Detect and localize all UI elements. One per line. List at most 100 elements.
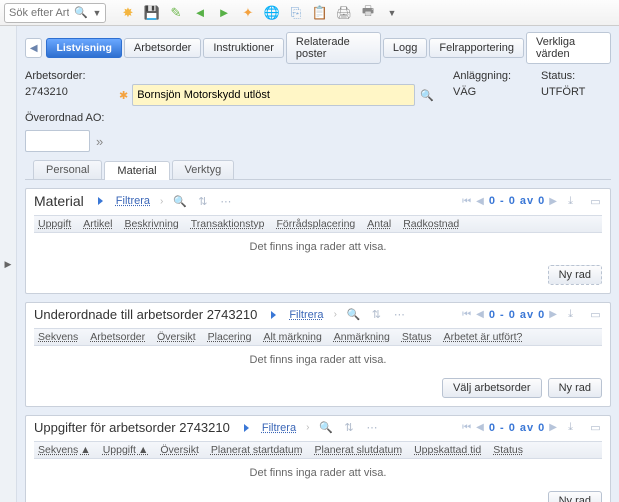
download-icon[interactable]: ⤓ bbox=[564, 421, 577, 434]
go-icon[interactable]: » bbox=[96, 134, 103, 149]
download-icon[interactable]: ⤓ bbox=[564, 195, 577, 208]
refresh-icon[interactable]: ✦ bbox=[240, 5, 256, 21]
subtab-verktyg[interactable]: Verktyg bbox=[172, 160, 235, 179]
col-arbetsorder[interactable]: Arbetsorder bbox=[90, 331, 145, 343]
col-sekvens[interactable]: Sekvens▲ bbox=[38, 444, 91, 456]
page-prev-icon[interactable]: ◀ bbox=[476, 309, 485, 320]
detail-icon[interactable]: 🔍 bbox=[419, 87, 435, 103]
col-planerat-slutdatum[interactable]: Planerat slutdatum bbox=[315, 444, 403, 456]
parent-wo-label: Överordnad AO: bbox=[25, 112, 611, 124]
cols-mini-icon[interactable]: ⋯ bbox=[219, 195, 232, 208]
tasks-new-row-button[interactable]: Ny rad bbox=[548, 491, 602, 502]
col-placering[interactable]: Placering bbox=[208, 331, 252, 343]
edit-icon[interactable]: ✎ bbox=[168, 5, 184, 21]
page-first-icon[interactable]: ⏮ bbox=[462, 196, 472, 207]
search-dropdown-icon[interactable]: ▼ bbox=[89, 5, 105, 21]
col-alt-markning[interactable]: Alt märkning bbox=[263, 331, 321, 343]
col-status[interactable]: Status bbox=[493, 444, 523, 456]
col-uppgift[interactable]: Uppgift▲ bbox=[103, 444, 149, 456]
expand-icon: ▶ bbox=[5, 259, 12, 270]
col-uppskattad-tid[interactable]: Uppskattad tid bbox=[414, 444, 481, 456]
material-pager: ⏮ ◀ 0 - 0 av 0 ▶ bbox=[462, 195, 558, 207]
print-icon[interactable]: 🖨 bbox=[336, 5, 352, 21]
expand-icon[interactable]: ▭ bbox=[589, 421, 602, 434]
col-oversikt[interactable]: Översikt bbox=[160, 444, 199, 456]
tab-verkliga-varden[interactable]: Verkliga värden bbox=[526, 32, 611, 64]
save-icon[interactable]: 💾 bbox=[144, 5, 160, 21]
facility-value: VÄG bbox=[453, 84, 523, 100]
col-sekvens[interactable]: Sekvens bbox=[38, 331, 78, 343]
pill-listview[interactable]: Listvisning bbox=[46, 38, 121, 58]
col-radkostnad[interactable]: Radkostnad bbox=[403, 218, 459, 230]
col-arbetet-utfort[interactable]: Arbetet är utfört? bbox=[444, 331, 523, 343]
page-prev-icon[interactable]: ◀ bbox=[476, 196, 485, 207]
col-planerat-startdatum[interactable]: Planerat startdatum bbox=[211, 444, 303, 456]
next-icon[interactable]: ► bbox=[216, 5, 232, 21]
clipboard-icon[interactable]: 📋 bbox=[312, 5, 328, 21]
tab-instruktioner[interactable]: Instruktioner bbox=[203, 38, 284, 58]
tasks-pager: ⏮ ◀ 0 - 0 av 0 ▶ bbox=[462, 422, 558, 434]
report-icon[interactable]: 🖶 bbox=[360, 5, 376, 21]
tasks-empty: Det finns inga rader att visa. bbox=[34, 459, 602, 487]
tab-logg[interactable]: Logg bbox=[383, 38, 427, 58]
page-next-icon[interactable]: ▶ bbox=[549, 422, 558, 433]
search-mini-icon[interactable]: 🔍 bbox=[347, 308, 360, 321]
page-prev-icon[interactable]: ◀ bbox=[476, 422, 485, 433]
page-next-icon[interactable]: ▶ bbox=[549, 309, 558, 320]
col-status[interactable]: Status bbox=[402, 331, 432, 343]
facility-label: Anläggning: bbox=[453, 70, 523, 82]
side-rail-expand[interactable]: ▶ bbox=[0, 26, 17, 502]
tasks-filter-link[interactable]: Filtrera bbox=[262, 422, 296, 434]
tab-felrapportering[interactable]: Felrapportering bbox=[429, 38, 524, 58]
material-new-row-button[interactable]: Ny rad bbox=[548, 265, 602, 285]
subtab-material[interactable]: Material bbox=[104, 161, 169, 180]
material-pager-text: 0 - 0 av 0 bbox=[489, 195, 545, 207]
col-beskrivning[interactable]: Beskrivning bbox=[124, 218, 178, 230]
search-mini-icon[interactable]: 🔍 bbox=[319, 421, 332, 434]
col-antal[interactable]: Antal bbox=[367, 218, 391, 230]
search-icon[interactable]: 🔍 bbox=[73, 5, 89, 21]
duplicate-icon[interactable]: ⎘ bbox=[288, 5, 304, 21]
play-icon bbox=[244, 424, 249, 432]
search-mini-icon[interactable]: 🔍 bbox=[173, 195, 186, 208]
subtabs: Personal Material Verktyg bbox=[25, 160, 611, 180]
download-icon[interactable]: ⤓ bbox=[564, 308, 577, 321]
page-first-icon[interactable]: ⏮ bbox=[462, 309, 472, 320]
menu-caret-icon[interactable]: ▼ bbox=[384, 5, 400, 21]
col-anmarkning[interactable]: Anmärkning bbox=[334, 331, 390, 343]
expand-icon[interactable]: ▭ bbox=[589, 195, 602, 208]
cols-mini-icon[interactable]: ⋯ bbox=[365, 421, 378, 434]
col-oversikt[interactable]: Översikt bbox=[157, 331, 196, 343]
col-artikel[interactable]: Artikel bbox=[83, 218, 112, 230]
sort-mini-icon[interactable]: ⇅ bbox=[370, 308, 383, 321]
sort-asc-icon: ▲ bbox=[138, 444, 148, 456]
parent-wo-row: » bbox=[25, 130, 611, 152]
globe-icon[interactable]: 🌐 bbox=[264, 5, 280, 21]
chevron-left-icon: ◀ bbox=[30, 43, 38, 54]
new-record-icon[interactable]: ✸ bbox=[120, 5, 136, 21]
tab-relaterade-poster[interactable]: Relaterade poster bbox=[286, 32, 381, 64]
tab-arbetsorder[interactable]: Arbetsorder bbox=[124, 38, 201, 58]
sub-wo-title: Underordnade till arbetsorder 2743210 bbox=[34, 307, 257, 322]
tabs-back[interactable]: ◀ bbox=[25, 38, 42, 58]
subtab-personal[interactable]: Personal bbox=[33, 160, 102, 179]
sub-wo-columns: Sekvens Arbetsorder Översikt Placering A… bbox=[34, 328, 602, 346]
cols-mini-icon[interactable]: ⋯ bbox=[393, 308, 406, 321]
sub-wo-new-row-button[interactable]: Ny rad bbox=[548, 378, 602, 398]
description-input[interactable] bbox=[132, 84, 415, 106]
page-first-icon[interactable]: ⏮ bbox=[462, 422, 472, 433]
col-uppgift[interactable]: Uppgift bbox=[38, 218, 71, 230]
sub-wo-filter-link[interactable]: Filtrera bbox=[289, 309, 323, 321]
col-forradsplacering[interactable]: Förrådsplacering bbox=[276, 218, 355, 230]
col-transaktionstyp[interactable]: Transaktionstyp bbox=[191, 218, 265, 230]
expand-icon[interactable]: ▭ bbox=[589, 308, 602, 321]
search-input[interactable] bbox=[5, 7, 73, 19]
select-wo-button[interactable]: Välj arbetsorder bbox=[442, 378, 542, 398]
parent-wo-input[interactable] bbox=[25, 130, 90, 152]
page-next-icon[interactable]: ▶ bbox=[549, 196, 558, 207]
sub-wo-pager-text: 0 - 0 av 0 bbox=[489, 309, 545, 321]
material-filter-link[interactable]: Filtrera bbox=[116, 195, 150, 207]
sort-mini-icon[interactable]: ⇅ bbox=[342, 421, 355, 434]
prev-icon[interactable]: ◄ bbox=[192, 5, 208, 21]
sort-mini-icon[interactable]: ⇅ bbox=[196, 195, 209, 208]
